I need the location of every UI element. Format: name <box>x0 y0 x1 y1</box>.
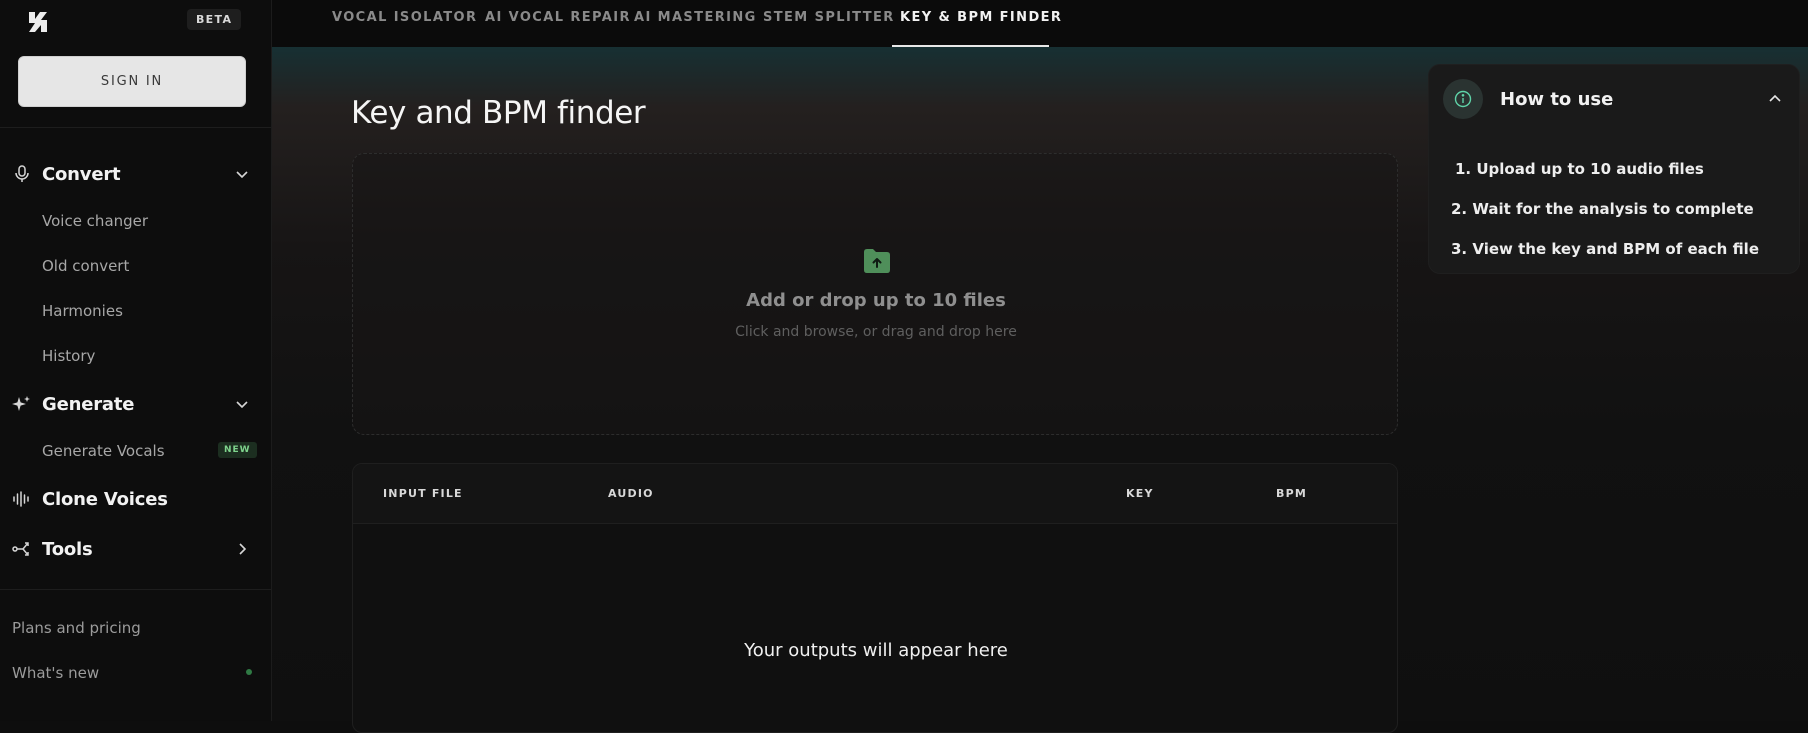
how-to-use-title: How to use <box>1500 89 1614 110</box>
sparkle-icon <box>12 394 32 414</box>
sidebar-section-label: Convert <box>42 163 121 185</box>
dropzone-subtitle: Click and browse, or drag and drop here <box>735 324 1017 340</box>
sidebar-divider <box>0 589 271 590</box>
info-icon <box>1443 79 1483 119</box>
tab-ai-vocal-repair[interactable]: AI VOCAL REPAIR <box>485 0 631 47</box>
sidebar-item-old-convert[interactable]: Old convert <box>42 253 252 279</box>
chevron-right-icon[interactable] <box>232 539 252 559</box>
sidebar: BETA SIGN IN Convert Voice changer Old c… <box>0 0 272 721</box>
results-table: INPUT FILE AUDIO KEY BPM Your outputs wi… <box>352 463 1398 733</box>
dropzone-title: Add or drop up to 10 files <box>746 290 1006 311</box>
plans-and-pricing-link[interactable]: Plans and pricing <box>12 616 252 640</box>
sidebar-section-convert[interactable]: Convert <box>12 159 252 189</box>
file-dropzone[interactable]: Add or drop up to 10 files Click and bro… <box>352 153 1398 435</box>
sidebar-divider <box>0 127 271 128</box>
top-nav: VOCAL ISOLATOR AI VOCAL REPAIR AI MASTER… <box>272 0 1808 47</box>
table-header: INPUT FILE AUDIO KEY BPM <box>353 464 1397 524</box>
how-to-step-3: 3. View the key and BPM of each file <box>1451 240 1759 258</box>
folder-upload-icon <box>864 249 890 273</box>
column-header-bpm: BPM <box>1276 487 1307 500</box>
sidebar-item-history[interactable]: History <box>42 343 252 369</box>
sidebar-item-generate-vocals[interactable]: Generate Vocals NEW <box>42 438 257 464</box>
how-to-use-panel: How to use 1. Upload up to 10 audio file… <box>1428 64 1800 274</box>
notification-dot <box>246 669 252 675</box>
sidebar-section-label: Generate <box>42 393 135 415</box>
chevron-up-icon[interactable] <box>1765 89 1785 109</box>
sidebar-section-clone-voices[interactable]: Clone Voices <box>12 484 252 514</box>
new-badge: NEW <box>218 442 257 458</box>
sidebar-section-tools[interactable]: Tools <box>12 534 252 564</box>
chevron-down-icon[interactable] <box>232 394 252 414</box>
main-content: Key and BPM finder Add or drop up to 10 … <box>272 47 1808 733</box>
sidebar-section-label: Tools <box>42 538 93 560</box>
how-to-step-1: 1. Upload up to 10 audio files <box>1455 160 1704 178</box>
branch-icon <box>12 539 32 559</box>
column-header-audio: AUDIO <box>608 487 654 500</box>
chevron-down-icon[interactable] <box>232 164 252 184</box>
sidebar-section-generate[interactable]: Generate <box>12 389 252 419</box>
column-header-key: KEY <box>1126 487 1154 500</box>
waveform-icon <box>12 489 32 509</box>
sidebar-item-label: Generate Vocals <box>42 442 165 460</box>
whats-new-link[interactable]: What's new <box>12 661 252 685</box>
tab-vocal-isolator[interactable]: VOCAL ISOLATOR <box>332 0 477 47</box>
brand-logo-icon[interactable] <box>26 10 50 34</box>
sidebar-item-harmonies[interactable]: Harmonies <box>42 298 252 324</box>
tab-ai-mastering[interactable]: AI MASTERING <box>634 0 757 47</box>
microphone-icon <box>12 164 32 184</box>
sidebar-section-label: Clone Voices <box>42 488 168 510</box>
how-to-step-2: 2. Wait for the analysis to complete <box>1451 200 1754 218</box>
tab-key-bpm-finder[interactable]: KEY & BPM FINDER <box>900 0 1062 47</box>
page-title: Key and BPM finder <box>351 95 646 131</box>
sidebar-item-voice-changer[interactable]: Voice changer <box>42 208 252 234</box>
sign-in-button[interactable]: SIGN IN <box>18 56 246 107</box>
column-header-input-file: INPUT FILE <box>383 487 463 500</box>
empty-state-message: Your outputs will appear here <box>744 640 1008 661</box>
beta-badge: BETA <box>187 9 242 30</box>
tab-stem-splitter[interactable]: STEM SPLITTER <box>763 0 895 47</box>
